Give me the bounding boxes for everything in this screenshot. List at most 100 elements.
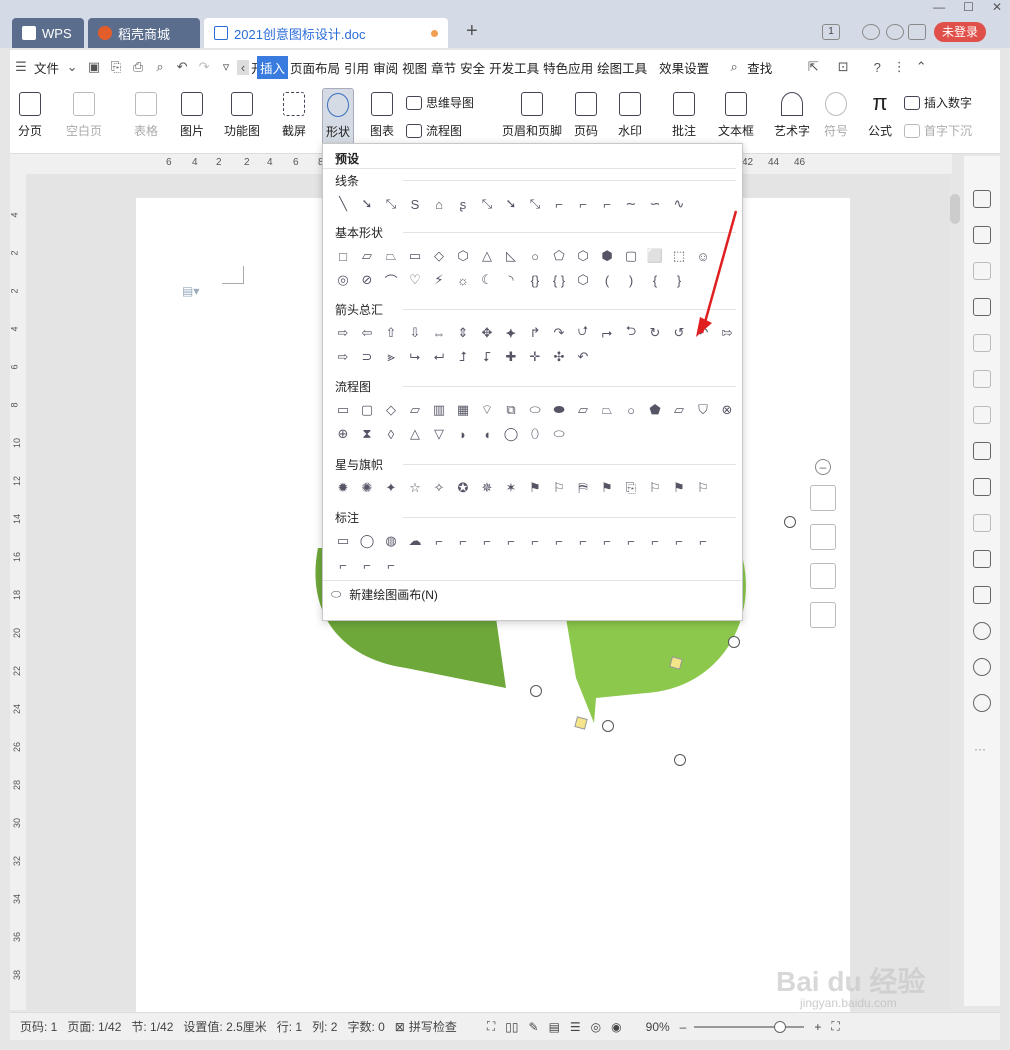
shape-option[interactable]: ⬡ <box>571 268 595 292</box>
shape-option[interactable]: ⌔ <box>475 398 499 422</box>
menu-dev-tools[interactable]: 开发工具 <box>487 58 541 77</box>
shape-option[interactable]: ⌐ <box>331 553 355 577</box>
collapse-tools-icon[interactable]: – <box>815 459 831 475</box>
shape-option[interactable]: ∿ <box>667 192 691 216</box>
shape-option[interactable]: ⌐ <box>547 192 571 216</box>
shape-option[interactable]: ◇ <box>379 398 403 422</box>
mindmap-button[interactable]: 思维导图 <box>406 94 474 111</box>
shape-option[interactable]: ⌐ <box>595 529 619 553</box>
menu-effects[interactable]: 效果设置 <box>657 58 711 77</box>
shape-option[interactable]: ◎ <box>331 268 355 292</box>
shape-option[interactable]: { } <box>547 268 571 292</box>
history-icon[interactable] <box>973 658 991 676</box>
shape-option[interactable]: ⮌ <box>619 321 643 345</box>
outline-view-icon[interactable]: ☰ <box>570 1020 581 1034</box>
shape-option[interactable]: ⌐ <box>451 529 475 553</box>
paragraph-icon[interactable]: ▤▾ <box>182 284 199 298</box>
shape-option[interactable]: ⪢ <box>379 345 403 369</box>
shape-option[interactable]: ⛉ <box>691 398 715 422</box>
menu-reference[interactable]: 引用 <box>342 58 371 77</box>
shape-option[interactable]: ▱ <box>667 398 691 422</box>
page-number-button[interactable]: 页码 <box>574 92 598 139</box>
help-circle-icon[interactable] <box>973 694 991 712</box>
print-icon[interactable]: ⎙ <box>127 59 149 75</box>
wordart-button[interactable]: 艺术字 <box>774 92 810 139</box>
shape-option[interactable]: ⌐ <box>355 553 379 577</box>
blank-page-button[interactable]: 空白页 <box>66 92 102 139</box>
resize-handle[interactable] <box>602 720 614 732</box>
more-icon[interactable]: ⋮ <box>888 59 910 75</box>
shape-option[interactable]: ∽ <box>643 192 667 216</box>
shape-option[interactable]: ✦ <box>379 476 403 500</box>
resize-handle[interactable] <box>530 685 542 697</box>
shape-option[interactable]: ✣ <box>547 345 571 369</box>
shape-option[interactable]: ⚐ <box>547 476 571 500</box>
shape-option[interactable]: ⬭ <box>523 398 547 422</box>
shape-option[interactable]: ◝ <box>499 268 523 292</box>
resize-handle[interactable] <box>674 754 686 766</box>
table-button[interactable]: 表格 <box>134 92 158 139</box>
shape-button[interactable]: 形状 <box>322 88 355 145</box>
header-footer-button[interactable]: 页眉和页脚 <box>502 92 562 139</box>
menu-review[interactable]: 审阅 <box>371 58 400 77</box>
fill-icon[interactable] <box>810 524 836 550</box>
status-pages[interactable]: 页面: 1/42 <box>67 1018 121 1035</box>
picture-button[interactable]: 图片 <box>180 92 204 139</box>
textbox-button[interactable]: 文本框 <box>718 92 754 139</box>
shape-option[interactable]: ⬬ <box>547 398 571 422</box>
shape-option[interactable]: ⏢ <box>595 398 619 422</box>
shape-option[interactable]: ⤡ <box>379 192 403 216</box>
shape-option[interactable]: ( <box>595 268 619 292</box>
status-section[interactable]: 节: 1/42 <box>131 1018 173 1035</box>
shape-option[interactable]: ◍ <box>379 529 403 553</box>
grid-tool-icon[interactable] <box>973 370 991 388</box>
menu-file[interactable]: 文件 <box>32 58 61 77</box>
preview-icon[interactable]: ⌕ <box>149 59 171 75</box>
save-icon[interactable]: ▣ <box>83 59 105 75</box>
close-icon[interactable]: ✕ <box>992 0 1002 14</box>
vertical-scrollbar-thumb[interactable] <box>950 194 960 224</box>
shape-option[interactable]: ▢ <box>355 398 379 422</box>
shape-option[interactable]: ✥ <box>475 321 499 345</box>
menu-special[interactable]: 特色应用 <box>541 58 595 77</box>
chevron-down-icon[interactable]: ⌄ <box>61 59 83 75</box>
shape-option[interactable]: ⬭ <box>547 422 571 446</box>
layout-tool-icon[interactable] <box>973 514 991 532</box>
web-view-icon[interactable]: ◎ <box>591 1020 601 1034</box>
shape-option[interactable]: ⬚ <box>667 244 691 268</box>
shape-option[interactable]: ▭ <box>403 244 427 268</box>
shape-option[interactable]: ↶ <box>571 345 595 369</box>
shape-option[interactable]: ⮥ <box>451 345 475 369</box>
shape-option[interactable]: ✵ <box>475 476 499 500</box>
shape-option[interactable]: △ <box>403 422 427 446</box>
shape-option[interactable]: ⮍ <box>571 321 595 345</box>
shape-option[interactable]: ⬠ <box>547 244 571 268</box>
effects-icon[interactable] <box>810 602 836 628</box>
menu-chapter[interactable]: 章节 <box>429 58 458 77</box>
minimize-icon[interactable]: — <box>933 0 945 14</box>
zoom-level[interactable]: 90% <box>646 1020 670 1034</box>
shape-option[interactable]: ⊃ <box>355 345 379 369</box>
pen-icon[interactable] <box>973 190 991 208</box>
menu-page-layout[interactable]: 页面布局 <box>288 58 342 77</box>
shape-option[interactable]: ⮡ <box>403 345 427 369</box>
read-mode-icon[interactable]: ▯▯ <box>505 1020 518 1034</box>
tab-count-badge[interactable]: 1 <box>822 24 840 40</box>
shape-option[interactable]: ⌐ <box>427 529 451 553</box>
shape-option[interactable]: ⮠ <box>427 345 451 369</box>
shape-option[interactable]: ◺ <box>499 244 523 268</box>
menu-view[interactable]: 视图 <box>400 58 429 77</box>
zoom-slider[interactable] <box>694 1020 805 1033</box>
tab-daoke-mall[interactable]: 稻壳商城 <box>88 18 200 48</box>
shape-option[interactable]: ⏥ <box>571 398 595 422</box>
shape-option[interactable]: ✹ <box>331 476 355 500</box>
archive-icon[interactable] <box>973 550 991 568</box>
cursor-icon[interactable] <box>973 226 991 244</box>
shape-option[interactable]: ⤡ <box>523 192 547 216</box>
shape-option[interactable]: ◗ <box>451 422 475 446</box>
shape-tool-icon[interactable] <box>973 262 991 280</box>
status-setting[interactable]: 设置值: 2.5厘米 <box>183 1018 266 1035</box>
shape-option[interactable]: ⌂ <box>427 192 451 216</box>
shape-option[interactable]: ⌐ <box>691 529 715 553</box>
fit-page-icon[interactable]: ⛶ <box>831 1019 839 1034</box>
